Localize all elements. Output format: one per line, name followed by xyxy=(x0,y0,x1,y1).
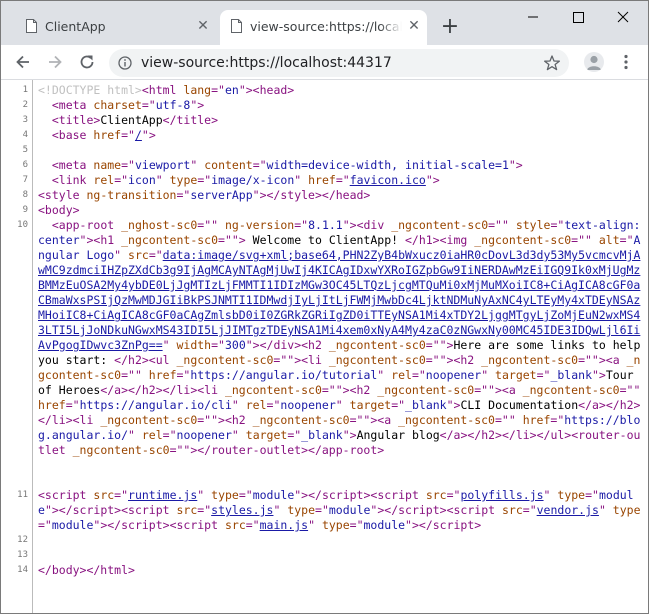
line-number: 5 xyxy=(22,145,28,155)
line-number: 13 xyxy=(17,550,28,560)
source-link[interactable]: / xyxy=(135,128,142,142)
info-icon[interactable] xyxy=(118,56,132,70)
source-link[interactable]: runtime.js xyxy=(128,488,197,502)
line-code: <meta charset="utf-8"> xyxy=(51,98,205,112)
line-code: <app-root _nghost-sc0="" ng-version="8.1… xyxy=(38,218,648,457)
forward-arrow-icon[interactable] xyxy=(42,49,68,75)
menu-kebab-icon[interactable] xyxy=(619,53,633,71)
close-icon[interactable]: ✕ xyxy=(195,18,211,34)
source-link[interactable]: data:image/svg+xml;base64,PHN2ZyB4bWxucz… xyxy=(38,248,640,352)
window-close-icon[interactable] xyxy=(603,3,643,31)
profile-avatar-icon[interactable] xyxy=(584,52,604,72)
tab-title: ClientApp xyxy=(45,19,106,34)
url-text[interactable]: view-source:https://localhost:44317 xyxy=(141,55,392,71)
page-icon xyxy=(26,19,37,33)
minimize-icon[interactable] xyxy=(513,3,553,31)
address-bar[interactable]: view-source:https://localhost:44317 xyxy=(109,49,569,77)
line-code: </body></html> xyxy=(38,563,135,577)
line-number: 14 xyxy=(17,565,28,575)
line-number: 7 xyxy=(22,175,28,185)
tab-view-source[interactable]: view-source:https://localhost ✕ xyxy=(220,10,427,45)
tab-strip: ClientApp ✕ view-source:https://localhos… xyxy=(1,1,648,45)
toolbar: view-source:https://localhost:44317 xyxy=(1,45,648,80)
source-view: 1 <!DOCTYPE html><html lang="en"><head> 2 … xyxy=(1,80,648,613)
line-number-gutter xyxy=(32,80,33,613)
line-number: 2 xyxy=(22,100,28,110)
tab-clientapp[interactable]: ClientApp ✕ xyxy=(15,10,215,45)
line-code: <meta name="viewport" content="width=dev… xyxy=(51,158,523,172)
line-number: 8 xyxy=(22,190,28,200)
close-icon[interactable]: ✕ xyxy=(406,18,422,34)
bookmark-star-icon[interactable] xyxy=(543,54,561,72)
line-code: <title>ClientApp</title> xyxy=(51,113,219,127)
source-link[interactable]: polyfills.js xyxy=(460,488,543,502)
source-link[interactable]: main.js xyxy=(260,518,308,532)
page-icon xyxy=(231,19,242,33)
line-number: 10 xyxy=(17,220,28,230)
source-link[interactable]: styles.js xyxy=(211,503,273,517)
line-code: <base href="/"> xyxy=(51,128,156,142)
line-code: <style ng-transition="serverApp"></style… xyxy=(38,188,371,202)
source-link[interactable]: vendor.js xyxy=(537,503,599,517)
source-link[interactable]: favicon.ico xyxy=(350,173,426,187)
line-code: <script src="runtime.js" type="module"><… xyxy=(38,488,641,532)
new-tab-button[interactable]: + xyxy=(438,15,462,39)
line-number: 4 xyxy=(22,130,28,140)
line-number: 12 xyxy=(17,535,28,545)
tab-title: view-source:https://localhost xyxy=(250,19,402,34)
line-number: 11 xyxy=(17,490,28,500)
line-number: 6 xyxy=(22,160,28,170)
line-code: <link rel="icon" type="image/x-icon" hre… xyxy=(51,173,440,187)
line-number: 3 xyxy=(22,115,28,125)
reload-icon[interactable] xyxy=(74,49,100,75)
line-code: <!DOCTYPE html><html lang="en"><head> xyxy=(38,83,295,97)
browser-window: ClientApp ✕ view-source:https://localhos… xyxy=(0,0,649,614)
line-code: <body> xyxy=(38,203,80,217)
maximize-icon[interactable] xyxy=(558,3,598,31)
back-arrow-icon[interactable] xyxy=(10,49,36,75)
line-number: 1 xyxy=(22,85,28,95)
line-number: 9 xyxy=(22,205,28,215)
